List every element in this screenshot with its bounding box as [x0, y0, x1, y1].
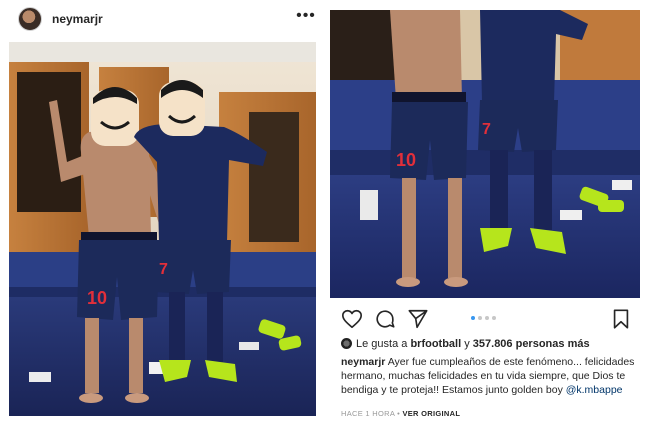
likes-connector: y — [464, 338, 470, 350]
liker-username-link[interactable]: brfootball — [410, 338, 461, 350]
carousel-dot[interactable] — [478, 316, 482, 320]
svg-text:7: 7 — [159, 261, 168, 278]
caption-author-link[interactable]: neymarjr — [341, 356, 385, 368]
svg-text:10: 10 — [87, 288, 107, 308]
liker-avatar[interactable] — [341, 338, 352, 349]
likes-summary: Le gusta a brfootball y 357.806 personas… — [341, 338, 590, 350]
post-timestamp: HACE 1 HORA — [341, 409, 395, 418]
more-options-icon[interactable]: ••• — [296, 6, 316, 26]
caption-mention-link[interactable]: @k.mbappe — [566, 384, 623, 396]
likes-count-link[interactable]: 357.806 personas más — [473, 338, 590, 350]
see-original-link[interactable]: VER ORIGINAL — [402, 409, 460, 418]
carousel-dot[interactable] — [492, 316, 496, 320]
bookmark-outline-icon[interactable] — [610, 308, 632, 330]
paper-plane-icon[interactable] — [407, 308, 429, 330]
heart-outline-icon[interactable] — [341, 308, 363, 330]
post-header: neymarjr ••• — [0, 0, 322, 38]
post-photo-right[interactable]: 10 7 — [330, 10, 640, 298]
svg-text:10: 10 — [396, 150, 416, 170]
likes-prefix: Le gusta a — [356, 338, 408, 350]
meta-separator: • — [397, 409, 401, 418]
post-caption: neymarjr Ayer fue cumpleaños de este fen… — [341, 355, 641, 397]
post-meta: HACE 1 HORA • VER ORIGINAL — [341, 409, 460, 418]
username-link[interactable]: neymarjr — [52, 12, 103, 26]
carousel-dot[interactable] — [485, 316, 489, 320]
locker-room-photo-detail: 10 7 — [330, 10, 640, 298]
svg-text:7: 7 — [482, 121, 491, 138]
carousel-dot[interactable] — [471, 316, 475, 320]
locker-room-photo: 10 7 — [9, 42, 316, 416]
speech-bubble-icon[interactable] — [374, 308, 396, 330]
post-photo-left[interactable]: 10 7 — [9, 42, 316, 416]
carousel-indicator — [471, 316, 499, 322]
user-avatar[interactable] — [18, 7, 42, 31]
